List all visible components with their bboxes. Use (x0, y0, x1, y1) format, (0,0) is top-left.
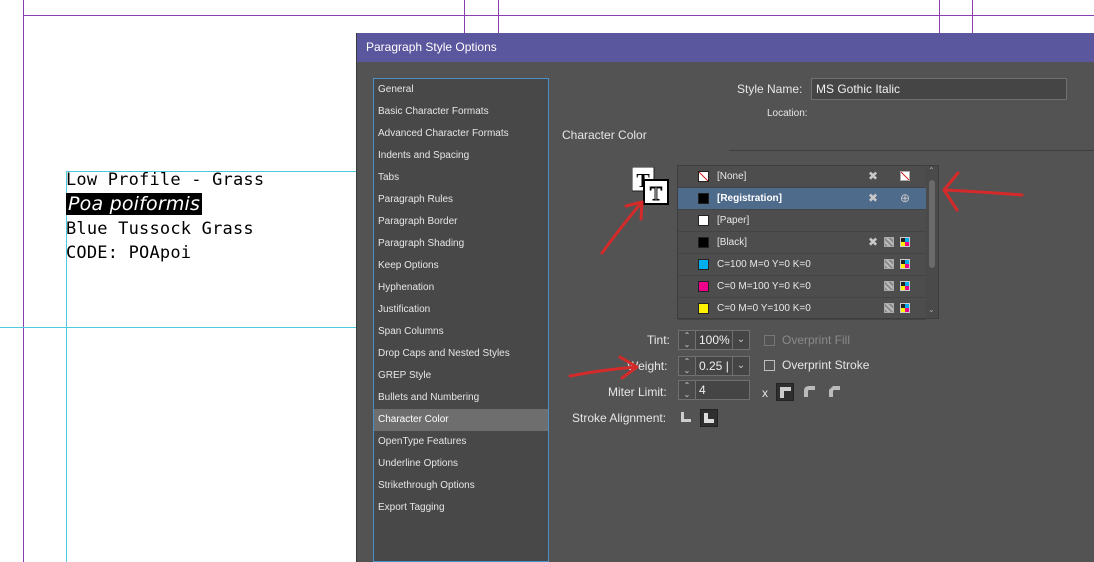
annotation-arrow-stroke-icon (600, 200, 644, 255)
annotation-arrow-registration (942, 171, 1024, 212)
annotation-arrow-weight (568, 355, 639, 380)
annotation-arrows (568, 171, 1024, 380)
